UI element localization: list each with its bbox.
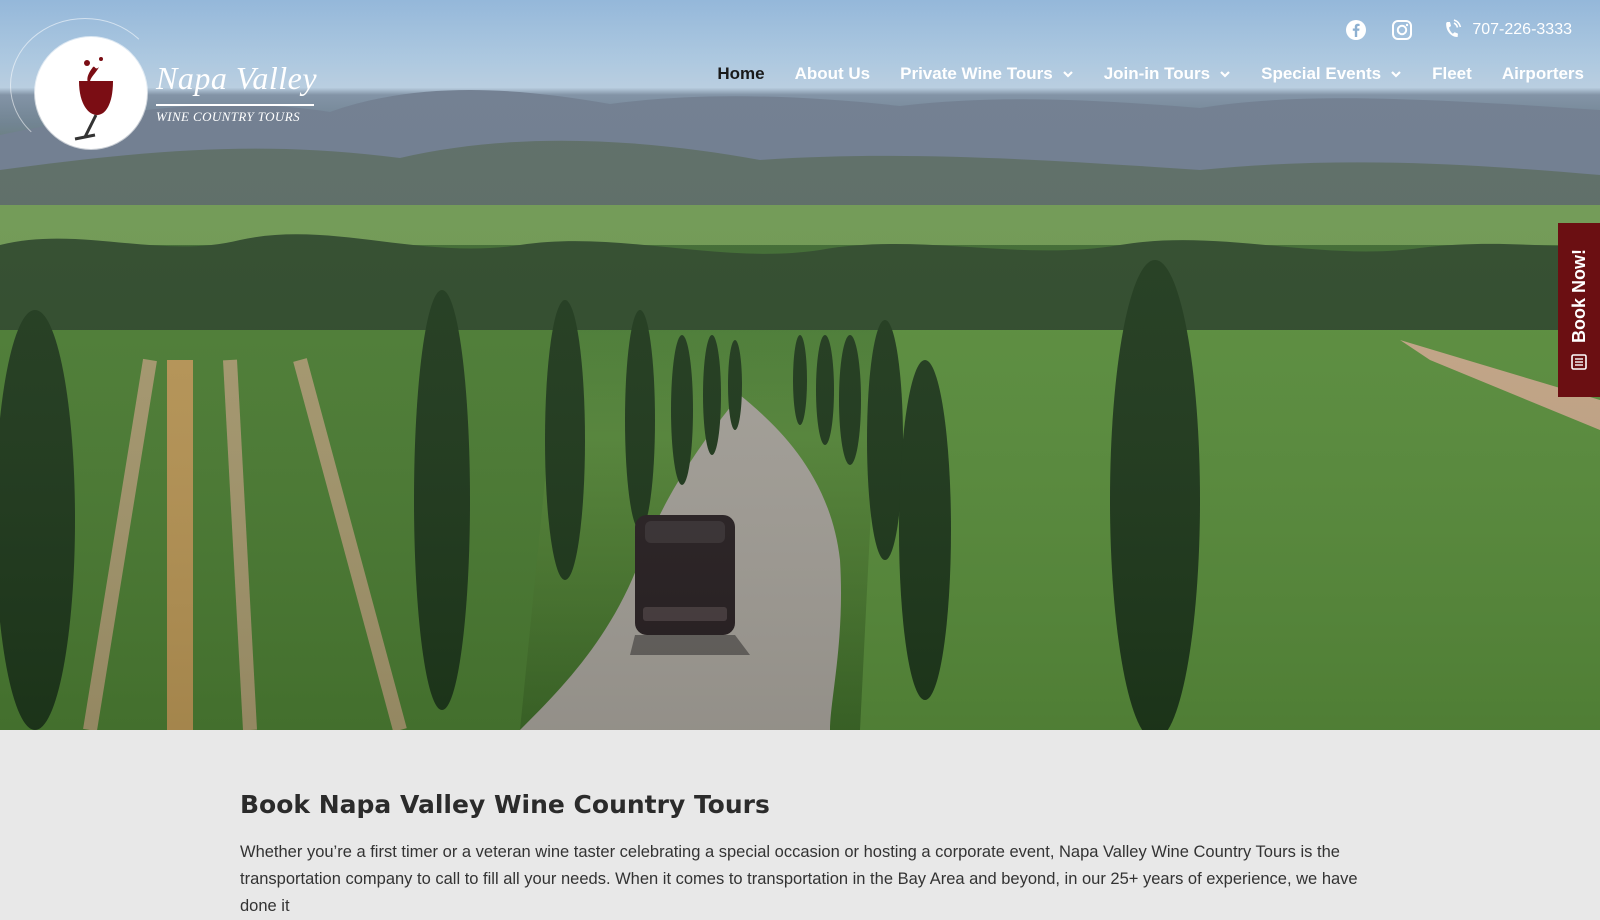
nav-home[interactable]: Home xyxy=(717,64,764,84)
nav-special-events[interactable]: Special Events xyxy=(1261,64,1402,84)
book-now-tab[interactable]: Book Now! xyxy=(1558,223,1600,397)
logo-divider xyxy=(156,104,314,106)
nav-label: About Us xyxy=(794,64,871,83)
nav-label: Special Events xyxy=(1261,64,1382,83)
hero-banner: Napa Valley WINE COUNTRY TOURS 707-226-3… xyxy=(0,0,1600,730)
wine-glass-icon xyxy=(74,57,113,141)
facebook-icon[interactable] xyxy=(1344,18,1368,42)
instagram-icon[interactable] xyxy=(1390,18,1414,42)
nav-about-us[interactable]: About Us xyxy=(795,64,871,84)
nav-label: Fleet xyxy=(1432,64,1472,83)
chevron-down-icon xyxy=(1391,71,1401,78)
phone-volume-icon xyxy=(1446,19,1462,38)
nav-label: Airporters xyxy=(1501,64,1584,83)
main-nav: Home About Us Private Wine Tours Join-in… xyxy=(687,64,1584,84)
intro-section: Book Napa Valley Wine Country Tours Whet… xyxy=(240,790,1360,920)
chevron-down-icon xyxy=(1220,71,1230,78)
intro-paragraph: Whether you’re a first timer or a vetera… xyxy=(240,843,1358,915)
nav-airporters[interactable]: Airporters xyxy=(1502,64,1584,84)
top-contact-bar: 707-226-3333 xyxy=(1344,16,1600,44)
nav-fleet[interactable]: Fleet xyxy=(1432,64,1472,84)
nav-join-in-tours[interactable]: Join-in Tours xyxy=(1104,64,1231,84)
logo-title: Napa Valley xyxy=(156,60,318,96)
phone-number: 707-226-3333 xyxy=(1472,21,1572,38)
logo-badge xyxy=(35,37,147,149)
calendar-list-icon xyxy=(1571,354,1587,370)
book-now-label: Book Now! xyxy=(1568,249,1589,343)
logo-subtitle: WINE COUNTRY TOURS xyxy=(156,109,300,124)
site-logo[interactable]: Napa Valley WINE COUNTRY TOURS xyxy=(10,18,340,153)
phone-link[interactable]: 707-226-3333 xyxy=(1442,19,1572,41)
nav-label: Join-in Tours xyxy=(1103,64,1211,83)
nav-private-wine-tours[interactable]: Private Wine Tours xyxy=(900,64,1074,84)
nav-label: Home xyxy=(717,64,765,83)
nav-label: Private Wine Tours xyxy=(900,64,1053,83)
page-heading: Book Napa Valley Wine Country Tours xyxy=(240,790,770,819)
chevron-down-icon xyxy=(1062,71,1073,78)
